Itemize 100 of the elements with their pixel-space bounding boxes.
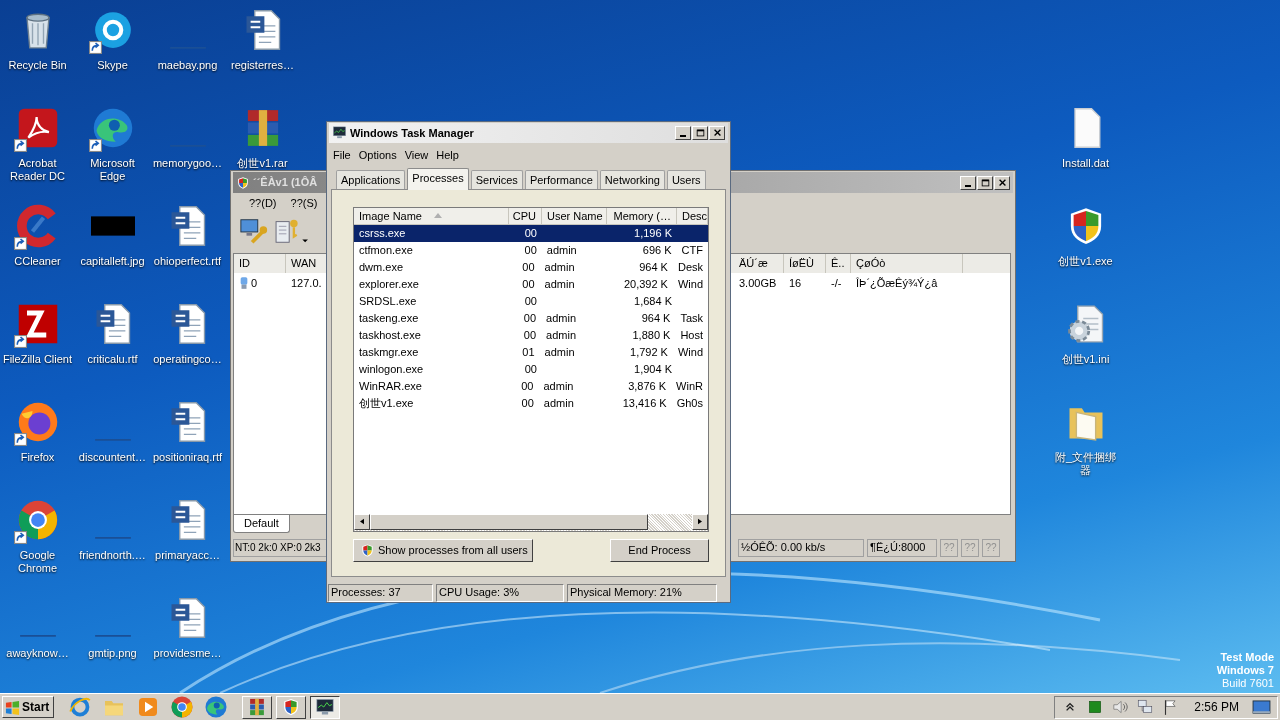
tab[interactable]: Users [666, 169, 706, 189]
desktop-icon-label[interactable]: 创世v1.rar [226, 157, 299, 170]
window-title: ´´ÊÀv1 (1ÔÂ [253, 175, 318, 191]
status-text: ¶Ë¿Ú:8000 [867, 538, 937, 557]
close-icon [711, 127, 723, 138]
desktop-icon-label[interactable]: Acrobat Reader DC [1, 157, 74, 183]
status-text: ?? [982, 538, 1000, 557]
close-button[interactable] [709, 125, 725, 140]
desktop-icon-label[interactable]: discountent… [76, 451, 149, 464]
table-cell-text: 3.00GB [739, 275, 777, 291]
desktop-icon-label[interactable]: registerres… [226, 59, 299, 72]
horizontal-scrollbar[interactable] [354, 513, 708, 531]
column-header[interactable]: ÍøËÙ [784, 254, 826, 273]
desktop-icon-label[interactable]: ohioperfect.rtf [151, 255, 224, 268]
browser-icon[interactable] [170, 695, 194, 719]
table-row[interactable]: dwm.exe 00 admin 964 K Desk [354, 258, 708, 276]
desktop-icon-label[interactable]: 创世v1.ini [1052, 353, 1119, 366]
menu-item[interactable]: View [400, 146, 433, 164]
desktop-icon-label[interactable]: primaryacc… [151, 549, 224, 562]
table-cell: Gh0s [676, 396, 703, 411]
end-process-button[interactable]: End Process [610, 538, 709, 562]
column-header[interactable]: ÄÚ´æ [734, 254, 784, 273]
table-row[interactable]: taskmgr.exe 01 admin 1,792 K Wind [354, 343, 708, 361]
table-row[interactable]: 创世v1.exe 00 admin 13,416 K Gh0s [354, 394, 708, 412]
close-button[interactable] [994, 175, 1010, 190]
table-cell: ctfmon.exe [359, 243, 413, 258]
column-header[interactable]: User Name [542, 207, 607, 224]
desktop-icon-label[interactable]: positioniraq.rtf [151, 451, 224, 464]
table-row[interactable]: taskhost.exe 00 admin 1,880 K Host [354, 326, 708, 344]
desktop-icon-label[interactable]: capitalleft.jpg [76, 255, 149, 268]
table-row[interactable]: explorer.exe 00 admin 20,392 K Wind [354, 275, 708, 293]
menu-item[interactable]: Options [354, 146, 401, 164]
desktop-icon-label[interactable]: providesme… [151, 647, 224, 660]
tab[interactable]: Networking [599, 169, 665, 189]
column-header[interactable]: Memory (… [607, 207, 677, 224]
desktop-icon-label[interactable]: awayknow… [1, 647, 74, 660]
table-row[interactable]: winlogon.exe 00 1,904 K [354, 360, 708, 378]
tab[interactable]: Applications [336, 169, 406, 189]
taskbar-button[interactable] [310, 695, 340, 719]
menu-item[interactable]: Help [432, 146, 463, 164]
desktop-icon-label[interactable]: Recycle Bin [1, 59, 74, 72]
tab[interactable]: Services [470, 169, 523, 189]
table-cell: 00 [523, 328, 537, 343]
desktop-icon-label[interactable]: memorygoo… [151, 157, 224, 170]
computer-wrench-icon[interactable] [239, 216, 269, 246]
maximize-icon [694, 127, 706, 138]
desktop-icon-label[interactable]: Microsoft Edge [76, 157, 149, 183]
desktop-icon-label[interactable]: Skype [76, 59, 149, 72]
column-header[interactable]: Ê.. [826, 254, 851, 273]
menu-item[interactable]: ??(S) [284, 194, 324, 212]
tab[interactable]: Processes [407, 167, 469, 190]
table-cell: admin [546, 328, 576, 343]
desktop-icon-label[interactable]: 附_文件捆绑器 [1052, 451, 1119, 477]
desktop-icon-label[interactable]: friendnorth.… [76, 549, 149, 562]
desktop-icon-label[interactable]: Firefox [1, 451, 74, 464]
desktop-icon-label[interactable]: operatingco… [151, 353, 224, 366]
column-header[interactable]: CPU [509, 207, 542, 224]
column-header[interactable]: Image Name [354, 207, 509, 224]
maximize-icon [979, 177, 991, 188]
start-button[interactable]: Start [2, 696, 54, 718]
column-header[interactable]: ÇøÓò [851, 254, 963, 273]
minimize-button[interactable] [675, 125, 691, 140]
tab[interactable]: Performance [524, 169, 598, 189]
desktop-icon-label[interactable]: CCleaner [1, 255, 74, 268]
network-icon[interactable] [1136, 698, 1155, 716]
maximize-button[interactable] [692, 125, 708, 140]
table-cell: CTF [681, 243, 703, 258]
table-cell: 00 [521, 396, 534, 411]
table-row[interactable]: SRDSL.exe 00 1,684 K [354, 292, 708, 310]
monitor-icon [315, 697, 335, 717]
table-cell: explorer.exe [359, 277, 419, 292]
tab[interactable]: Default [233, 515, 290, 533]
desktop-icon-label[interactable]: gmtip.png [76, 647, 149, 660]
column-header[interactable]: Desc [677, 207, 708, 224]
column-header[interactable]: ID [234, 254, 286, 273]
table-cell: dwm.exe [359, 260, 404, 275]
desktop-icon-label[interactable]: maebay.png [151, 59, 224, 72]
table-row[interactable]: ctfmon.exe 00 admin 696 K CTF [354, 241, 708, 259]
volume-icon[interactable] [1111, 698, 1130, 716]
minimize-button[interactable] [960, 175, 976, 190]
desktop-icon-label[interactable]: 创世v1.exe [1052, 255, 1119, 268]
desktop-icon-label[interactable]: FileZilla Client [1, 353, 74, 366]
menu-item[interactable]: File [329, 146, 355, 164]
desktop-icon-label[interactable]: Install.dat [1052, 157, 1119, 170]
table-cell: 1,196 K [634, 226, 672, 241]
desktop-icon-label[interactable]: Google Chrome [1, 549, 74, 575]
show-all-processes-button[interactable]: Show processes from all users [353, 538, 533, 562]
table-row[interactable]: WinRAR.exe 00 admin 3,876 K WinR [354, 377, 708, 395]
minimize-icon [680, 134, 686, 137]
show-desktop-icon[interactable] [1252, 699, 1271, 715]
table-row[interactable]: taskeng.exe 00 admin 964 K Task [354, 309, 708, 327]
scroll-right-icon[interactable] [698, 518, 702, 526]
browser-icon[interactable] [204, 695, 228, 719]
table-cell: 1,684 K [634, 294, 672, 309]
maximize-button[interactable] [977, 175, 993, 190]
shortcut-arrow-icon [13, 433, 27, 446]
scroll-left-icon[interactable] [360, 518, 364, 526]
menu-item[interactable]: ??(D) [243, 194, 283, 212]
desktop-icon-label[interactable]: criticalu.rtf [76, 353, 149, 366]
clock[interactable]: 2:56 PM [1194, 698, 1239, 716]
